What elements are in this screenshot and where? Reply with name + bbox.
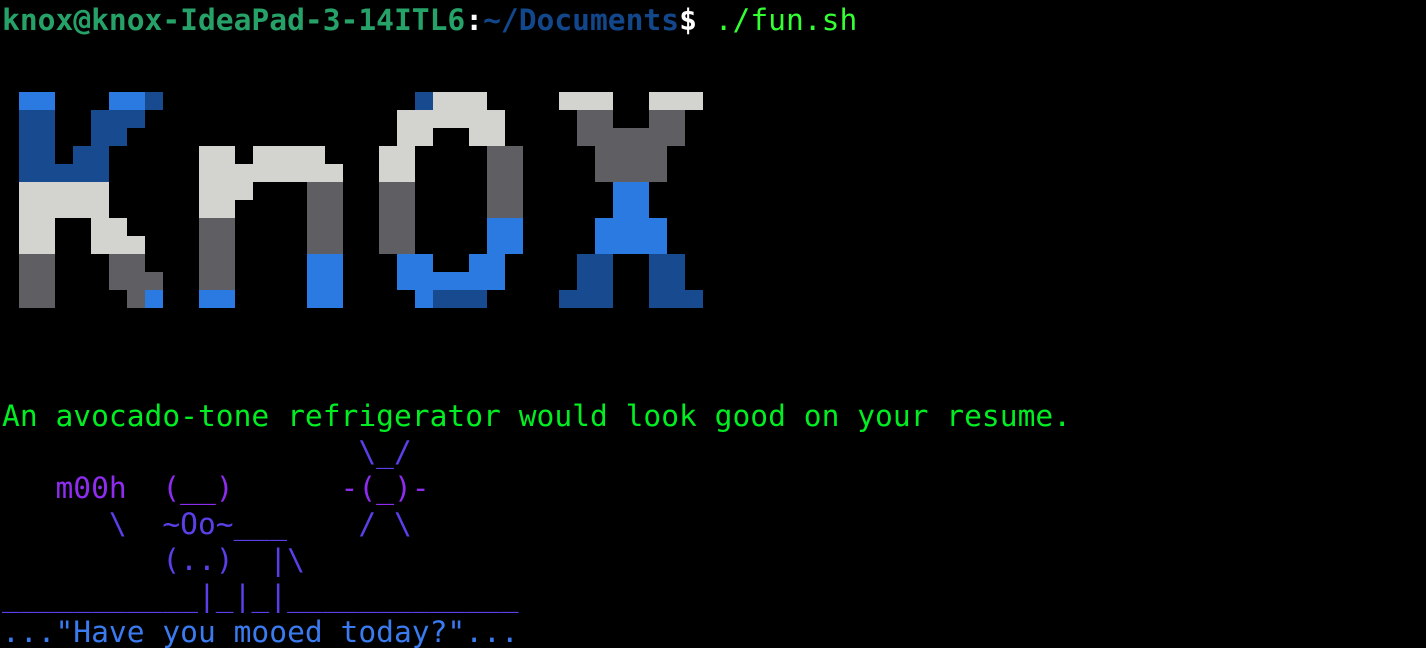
cow-moo-text: m00h (__) -(_)- <box>2 471 430 505</box>
terminal-window[interactable]: knox@knox-IdeaPad-3-14ITL6:~/Documents$ … <box>0 0 1426 648</box>
command-text: ./fun.sh <box>696 3 858 37</box>
logo-letter-n <box>199 146 343 308</box>
cow-tagline: ..."Have you mooed today?"... <box>2 615 519 648</box>
logo-letter-x <box>559 92 703 308</box>
logo-letter-k <box>19 92 163 308</box>
cow-art-line-1: \_/ <box>2 435 412 469</box>
knox-pixel-logo <box>19 92 703 308</box>
fortune-text: An avocado-tone refrigerator would look … <box>2 399 1072 433</box>
cow-art-line-4: (..) |\ <box>2 543 305 577</box>
cow-art-ground: ___________|_|_|_____________ <box>2 579 519 613</box>
logo-letter-o <box>379 92 523 308</box>
cow-art-line-2: m00h (__) -(_)- <box>2 470 430 506</box>
cow-art-line-3: \ ~Oo~___ / \ <box>2 507 412 541</box>
